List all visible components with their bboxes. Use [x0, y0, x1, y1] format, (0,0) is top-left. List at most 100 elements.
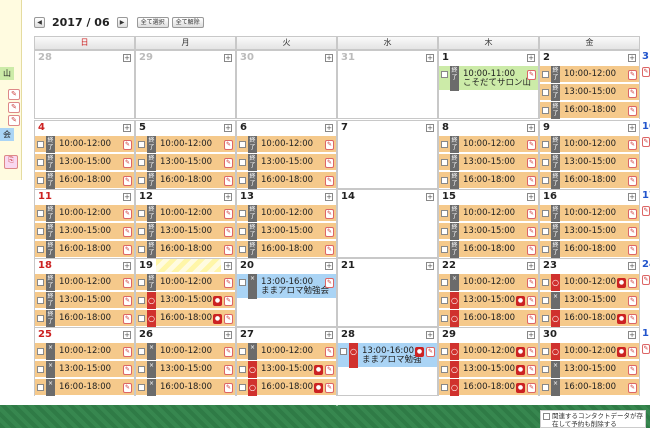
event-slot[interactable]: 終了 10:00-12:00 ✎ — [136, 205, 235, 222]
day-cell[interactable]: 31 + — [337, 50, 438, 119]
day-cell[interactable]: 12 + 終了 10:00-12:00 ✎ 終了 13:00-15:00 ✎ 終了 16:00-1… — [135, 189, 236, 258]
edit-icon[interactable]: ✎ — [224, 245, 233, 255]
edit-icon[interactable]: ✎ — [224, 278, 233, 288]
day-cell[interactable]: 15 + 終了 10:00-12:00 ✎ 終了 13:00-15:00 ✎ 終了 16:00-1… — [438, 189, 539, 258]
add-event-icon[interactable]: + — [224, 124, 232, 132]
edit-icon[interactable]: ✎ — [628, 176, 637, 186]
event-slot[interactable]: 終了 13:00-15:00 ✎ — [540, 154, 639, 171]
day-cell[interactable]: 30 + — [236, 50, 337, 119]
event-checkbox[interactable] — [441, 348, 448, 355]
add-event-icon[interactable]: + — [224, 262, 232, 270]
add-event-icon[interactable]: + — [325, 331, 333, 339]
event-slot[interactable]: 終了 13:00-15:00 ✎ — [237, 223, 336, 240]
event-checkbox[interactable] — [441, 141, 448, 148]
event-slot[interactable]: 終了 16:00-18:00 ✎ — [136, 172, 235, 189]
edit-icon[interactable]: ✎ — [527, 314, 536, 324]
edit-icon[interactable]: ✎ — [123, 278, 132, 288]
event-checkbox[interactable] — [138, 210, 145, 217]
add-event-icon[interactable]: + — [628, 124, 636, 132]
edit-icon[interactable]: ✎ — [224, 383, 233, 393]
event-checkbox[interactable] — [239, 279, 246, 286]
day-cell[interactable]: 6 + 終了 10:00-12:00 ✎ 終了 13:00-15:00 ✎ 終了 16:00-18… — [236, 120, 337, 189]
day-cell[interactable]: 4 + 終了 10:00-12:00 ✎ 終了 13:00-15:00 ✎ 終了 16:00-18… — [34, 120, 135, 189]
person-icon[interactable]: ● — [213, 314, 222, 324]
person-icon[interactable]: ● — [314, 365, 323, 375]
event-checkbox[interactable] — [37, 141, 44, 148]
related-contact-option[interactable]: 関連するコンタクトデータが存在して予約も削除する — [540, 410, 646, 428]
event-slot[interactable]: × 13:00-16:00 ままアロマ勉強会 ✎ — [237, 274, 336, 299]
event-slot[interactable]: × 13:00-15:00 ✎ — [540, 361, 639, 378]
event-checkbox[interactable] — [239, 159, 246, 166]
event-checkbox[interactable] — [441, 210, 448, 217]
event-checkbox[interactable] — [239, 228, 246, 235]
add-event-icon[interactable]: + — [527, 54, 535, 62]
day-cell[interactable]: 26 + × 10:00-12:00 ✎ × 13:00-15:00 ✎ × 16:00-18:0… — [135, 327, 236, 396]
event-checkbox[interactable] — [37, 348, 44, 355]
event-slot[interactable]: 終了 10:00-12:00 ✎ — [439, 205, 538, 222]
add-event-icon[interactable]: + — [325, 124, 333, 132]
event-slot[interactable]: 終了 10:00-12:00 ✎ — [540, 205, 639, 222]
edit-icon[interactable]: ✎ — [527, 245, 536, 255]
event-slot[interactable]: ○ 10:00-12:00 ● ✎ — [540, 274, 639, 291]
event-checkbox[interactable] — [542, 107, 549, 114]
add-event-icon[interactable]: + — [527, 124, 535, 132]
edit-icon[interactable]: ✎ — [325, 278, 334, 288]
event-slot[interactable]: 終了 10:00-12:00 ✎ — [35, 205, 134, 222]
edit-icon[interactable]: ✎ — [628, 158, 637, 168]
day-cell[interactable]: 5 + 終了 10:00-12:00 ✎ 終了 13:00-15:00 ✎ 終了 16:00-18… — [135, 120, 236, 189]
event-slot[interactable]: ○ 10:00-12:00 ● ✎ — [439, 343, 538, 360]
edit-icon[interactable]: ✎ — [123, 296, 132, 306]
edit-icon[interactable]: ✎ — [527, 158, 536, 168]
event-checkbox[interactable] — [239, 246, 246, 253]
person-icon[interactable]: ● — [617, 314, 626, 324]
edit-icon[interactable]: ✎ — [325, 347, 334, 357]
add-event-icon[interactable]: + — [426, 124, 434, 132]
event-checkbox[interactable] — [542, 297, 549, 304]
edit-icon[interactable]: ✎ — [527, 365, 536, 375]
event-slot[interactable]: 終了 10:00-12:00 ✎ — [540, 136, 639, 153]
add-event-icon[interactable]: + — [426, 262, 434, 270]
add-event-icon[interactable]: + — [628, 262, 636, 270]
event-slot[interactable]: 終了 13:00-15:00 ✎ — [237, 154, 336, 171]
event-slot[interactable]: × 13:00-15:00 ✎ — [540, 292, 639, 309]
edit-icon[interactable]: ✎ — [628, 70, 637, 80]
deselect-all-button[interactable]: 全て解除 — [171, 16, 204, 28]
edit-icon[interactable]: ✎ — [224, 227, 233, 237]
person-icon[interactable]: ● — [516, 347, 525, 357]
event-checkbox[interactable] — [138, 348, 145, 355]
event-slot[interactable]: 終了 10:00-11:00 こそだてサロン山 ✎ — [439, 66, 538, 91]
event-slot[interactable]: 終了 10:00-12:00 ✎ — [237, 136, 336, 153]
day-cell[interactable]: 28 + ○ 13:00-16:00 ままアロマ勉強 ● ✎ — [337, 327, 438, 396]
event-checkbox[interactable] — [239, 348, 246, 355]
edit-icon[interactable]: ✎ — [628, 245, 637, 255]
day-cell[interactable]: 16 + 終了 10:00-12:00 ✎ 終了 13:00-15:00 ✎ 終了 16:00-1… — [539, 189, 640, 258]
event-checkbox[interactable] — [441, 279, 448, 286]
edit-icon[interactable]: ✎ — [527, 347, 536, 357]
edit-icon[interactable]: ✎ — [628, 383, 637, 393]
event-slot[interactable]: × 16:00-18:00 ✎ — [35, 379, 134, 396]
edit-icon[interactable]: ✎ — [224, 347, 233, 357]
saturday-edit-icon[interactable]: ✎ — [642, 275, 650, 285]
add-event-icon[interactable]: + — [123, 193, 131, 201]
edit-icon[interactable]: ✎ — [224, 176, 233, 186]
day-cell[interactable]: 2 + 終了 10:00-12:00 ✎ 終了 13:00-15:00 ✎ 終了 16:00-18… — [539, 50, 640, 119]
edit-icon[interactable]: ✎ — [123, 176, 132, 186]
select-all-button[interactable]: 全て選択 — [136, 16, 169, 28]
event-slot[interactable]: 終了 16:00-18:00 ✎ — [237, 172, 336, 189]
event-checkbox[interactable] — [138, 177, 145, 184]
day-cell[interactable]: 19 + 終了 10:00-12:00 ✎ ○ 13:00-15:00 ● ✎ ○ 16:00-18… — [135, 258, 236, 327]
add-event-icon[interactable]: + — [123, 331, 131, 339]
edit-icon[interactable]: ✎ — [325, 209, 334, 219]
edit-icon[interactable]: ✎ — [628, 278, 637, 288]
event-slot[interactable]: 終了 16:00-18:00 ✎ — [35, 172, 134, 189]
event-checkbox[interactable] — [37, 177, 44, 184]
event-checkbox[interactable] — [441, 159, 448, 166]
event-checkbox[interactable] — [441, 177, 448, 184]
saturday-edit-icon[interactable]: ✎ — [642, 67, 650, 77]
side-edit-icon[interactable]: ✎ — [8, 115, 20, 126]
event-checkbox[interactable] — [37, 159, 44, 166]
day-cell[interactable]: 22 + × 10:00-12:00 ✎ ○ 13:00-15:00 ● ✎ ○ 16:00-18:… — [438, 258, 539, 327]
edit-icon[interactable]: ✎ — [123, 209, 132, 219]
event-checkbox[interactable] — [441, 384, 448, 391]
event-checkbox[interactable] — [37, 279, 44, 286]
